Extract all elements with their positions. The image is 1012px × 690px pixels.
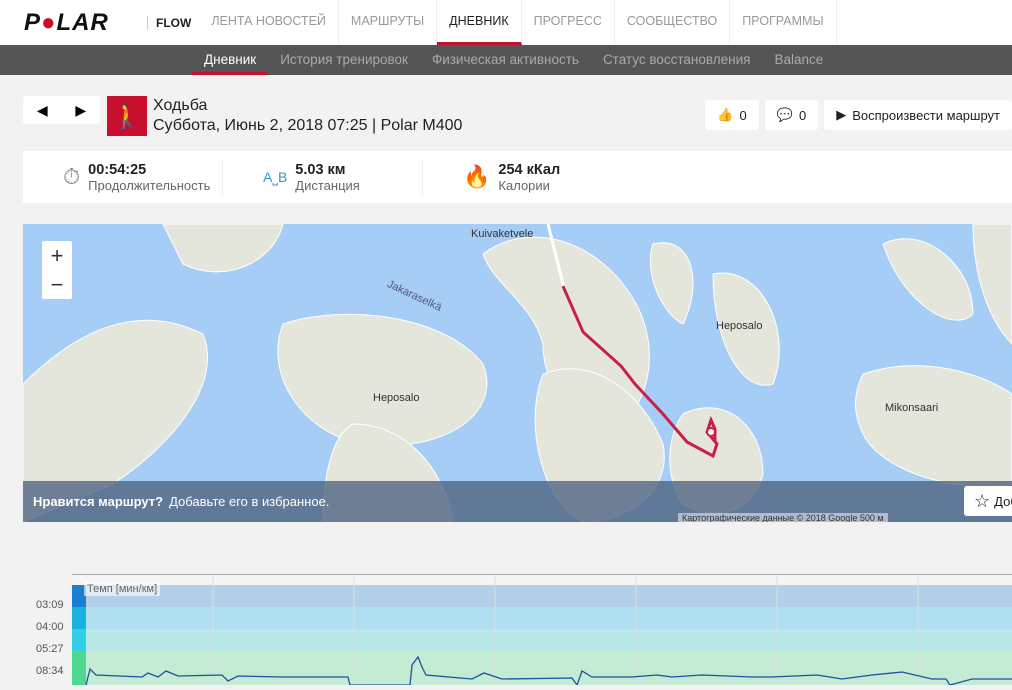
map-zoom-control: + − bbox=[42, 241, 72, 299]
y-tick: 04:00 bbox=[36, 621, 64, 633]
thumbs-up-icon: 👍 bbox=[717, 107, 734, 122]
replay-route-button[interactable]: ▶ Воспроизвести маршрут bbox=[824, 100, 1012, 130]
play-icon: ▶ bbox=[836, 107, 847, 122]
comment-button[interactable]: 💬 0 bbox=[764, 100, 819, 130]
star-icon: ☆ bbox=[974, 490, 991, 511]
nav-feed[interactable]: ЛЕНТА НОВОСТЕЙ bbox=[199, 0, 339, 45]
calories-label: Калории bbox=[498, 177, 550, 193]
y-tick: 03:09 bbox=[36, 599, 64, 611]
distance-icon: A⎵B bbox=[263, 168, 288, 185]
sport-name: Ходьба bbox=[153, 97, 208, 114]
map-label: Mikonsaari bbox=[885, 402, 939, 414]
next-arrow-icon[interactable]: ▶ bbox=[75, 102, 86, 119]
replay-label: Воспроизвести маршрут bbox=[852, 107, 1000, 123]
route-start-marker bbox=[706, 427, 716, 437]
nav-diary[interactable]: ДНЕВНИК bbox=[437, 0, 522, 45]
banner-question: Нравится маршрут? bbox=[33, 494, 164, 509]
summary-stats: ⏱ 00:54:25 Продолжительность A⎵B 5.03 км Дис… bbox=[23, 151, 1012, 203]
map-label: Heposalo bbox=[716, 320, 763, 332]
session-actions: 👍 0 💬 0 ▶ Воспроизвести маршрут bbox=[705, 100, 1012, 130]
nav-routes[interactable]: МАРШРУТЫ bbox=[339, 0, 438, 45]
pace-chart-plot bbox=[72, 575, 1012, 687]
distance-value: 5.03 км bbox=[295, 161, 346, 178]
top-nav: P●LAR FLOW ЛЕНТА НОВОСТЕЙ МАРШРУТЫ ДНЕВН… bbox=[0, 0, 1012, 45]
prev-arrow-icon[interactable]: ◀ bbox=[37, 102, 48, 119]
flame-icon: 🔥 bbox=[463, 164, 491, 189]
walking-icon: 🚶 bbox=[107, 96, 147, 136]
like-count: 0 bbox=[739, 107, 747, 123]
zoom-in-button[interactable]: + bbox=[42, 241, 72, 270]
map-label: Kuivaketvele bbox=[471, 228, 534, 240]
flow-label: FLOW bbox=[147, 15, 191, 30]
map-label: Heposalo bbox=[373, 392, 420, 404]
stat-calories: 🔥 254 кКал Калории bbox=[423, 159, 623, 195]
session-pager: ◀ ▶ bbox=[23, 96, 100, 124]
zoom-out-button[interactable]: − bbox=[42, 270, 72, 299]
add-favorite-label: Добавить bbox=[994, 493, 1012, 509]
nav-programs[interactable]: ПРОГРАММЫ bbox=[730, 0, 837, 45]
distance-label: Дистанция bbox=[295, 177, 360, 193]
comment-icon: 💬 bbox=[776, 107, 793, 122]
subnav-balance[interactable]: Balance bbox=[762, 45, 835, 75]
y-tick: 08:34 bbox=[36, 665, 64, 677]
session-subtitle: Суббота, Июнь 2, 2018 07:25 | Polar M400 bbox=[153, 117, 463, 134]
banner-text: Добавьте его в избранное. bbox=[169, 494, 330, 509]
subnav-history[interactable]: История тренировок bbox=[268, 45, 420, 75]
subnav-diary[interactable]: Дневник bbox=[192, 45, 269, 75]
session-title: Ходьба Суббота, Июнь 2, 2018 07:25 | Pol… bbox=[153, 96, 462, 136]
add-favorite-button[interactable]: ☆Добавить bbox=[964, 486, 1012, 516]
nav-community[interactable]: СООБЩЕСТВО bbox=[615, 0, 731, 45]
calories-value: 254 кКал bbox=[498, 161, 561, 178]
stat-duration: ⏱ 00:54:25 Продолжительность bbox=[23, 159, 223, 195]
sub-nav: Дневник История тренировок Физическая ак… bbox=[0, 45, 1012, 75]
like-button[interactable]: 👍 0 bbox=[705, 100, 759, 130]
duration-label: Продолжительность bbox=[88, 177, 211, 193]
comment-count: 0 bbox=[798, 107, 807, 123]
nav-progress[interactable]: ПРОГРЕСС bbox=[522, 0, 615, 45]
polar-logo[interactable]: P●LAR bbox=[24, 9, 139, 37]
stopwatch-icon: ⏱ bbox=[63, 164, 81, 189]
map-attribution[interactable]: Картографические данные © 2018 Google 50… bbox=[678, 513, 888, 522]
subnav-activity[interactable]: Физическая активность bbox=[420, 45, 591, 75]
map-tiles bbox=[23, 224, 1012, 522]
pace-chart[interactable]: Темп [мин/км] bbox=[72, 574, 1012, 687]
subnav-recovery[interactable]: Статус восстановления bbox=[591, 45, 763, 75]
y-tick: 05:27 bbox=[36, 643, 64, 655]
route-map[interactable]: Kuivaketvele Jakarasel­kä Heposalo Hepos… bbox=[23, 224, 1012, 522]
stat-distance: A⎵B 5.03 км Дистанция bbox=[223, 159, 423, 195]
duration-value: 00:54:25 bbox=[88, 161, 147, 178]
chart-title: Темп [мин/км] bbox=[84, 582, 161, 596]
